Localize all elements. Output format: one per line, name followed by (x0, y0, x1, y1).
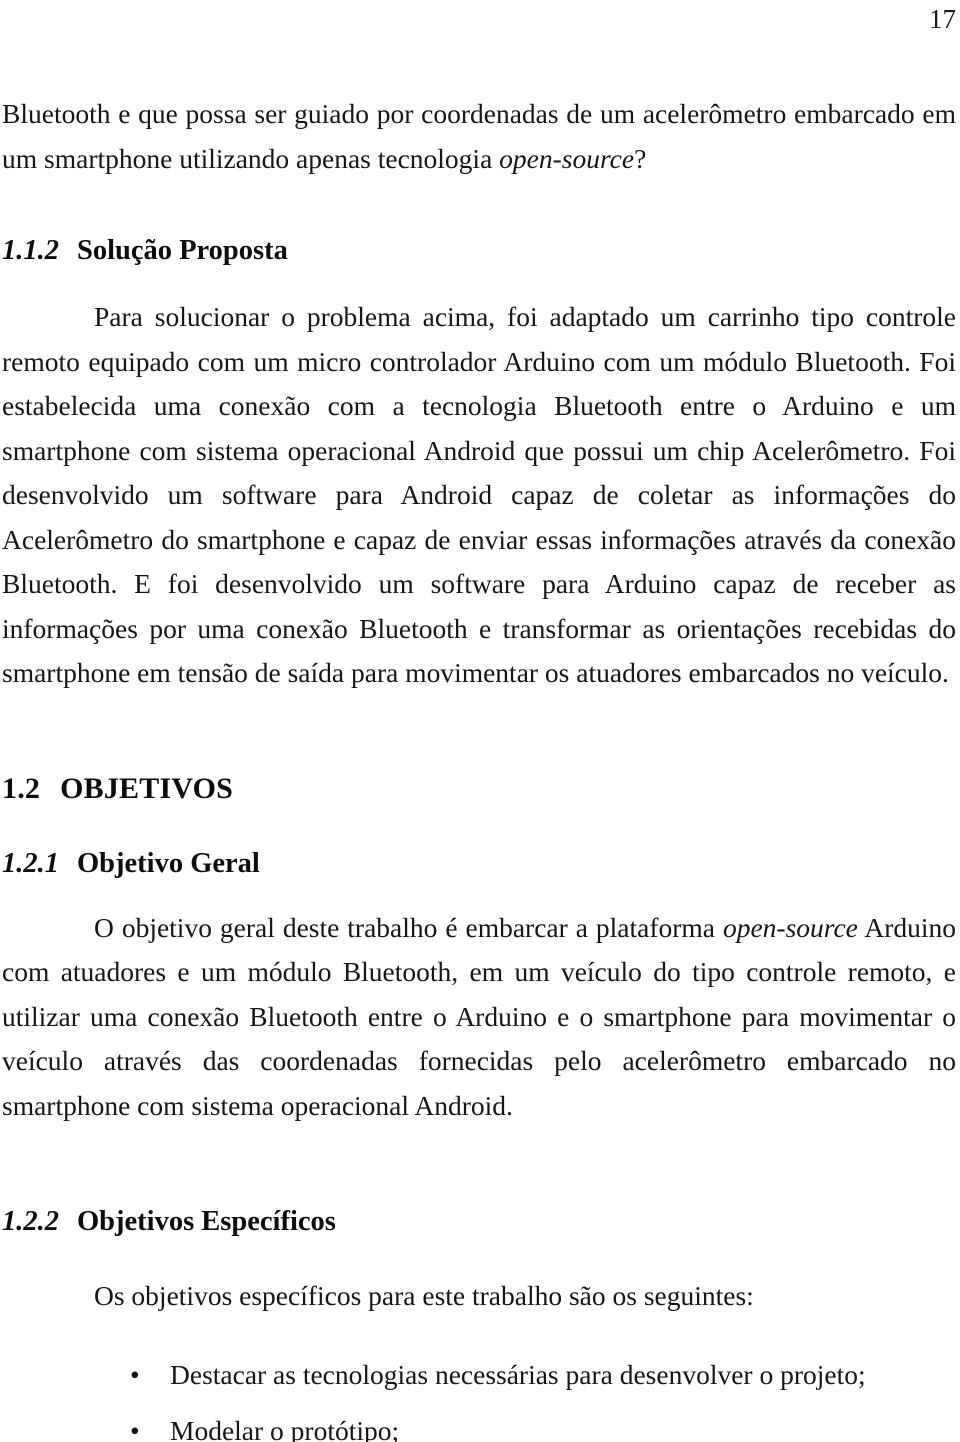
heading-number: 1.1.2 (2, 235, 59, 266)
page-content: Bluetooth e que possa ser guiado por coo… (2, 0, 956, 1442)
heading-objetivos-especificos: 1.2.2 Objetivos Específicos (2, 1204, 956, 1240)
objetivos-especificos-list: • Destacar as tecnologias necessárias pa… (2, 1355, 956, 1442)
paragraph-solucao-proposta: Para solucionar o problema acima, foi ad… (2, 301, 956, 688)
objetivo-geral-italic: open-source (722, 911, 858, 943)
spacer-before-especificos-heading (2, 1128, 956, 1204)
objetivo-geral-part-a: O objetivo geral deste trabalho é embarc… (94, 911, 723, 943)
spacer-before-objetivos-heading (2, 696, 956, 770)
list-item-label: Modelar o protótipo; (170, 1414, 400, 1442)
heading-objetivo-geral: 1.2.1 Objetivo Geral (2, 846, 956, 882)
heading-solucao-proposta: 1.1.2 Solução Proposta (2, 233, 956, 269)
heading-objetivos: 1.2 OBJETIVOS (2, 770, 956, 808)
spacer-after-objetivos-heading (2, 808, 956, 846)
heading-number: 1.2.1 (2, 847, 59, 879)
list-item-label: Destacar as tecnologias necessárias para… (170, 1358, 866, 1390)
intro-text-part-b: ? (634, 142, 647, 174)
list-item: • Modelar o protótipo; (2, 1411, 956, 1442)
spacer-before-bullet-list (2, 1319, 956, 1355)
intro-text-part-a: Bluetooth e que possa ser guiado por coo… (2, 98, 956, 174)
list-item: • Destacar as tecnologias necessárias pa… (2, 1355, 956, 1395)
intro-text-italic: open-source (499, 142, 635, 174)
document-page: 17 Bluetooth e que possa ser guiado por … (0, 0, 960, 1442)
heading-title: OBJETIVOS (60, 771, 234, 805)
spacer-before-solucao-heading (2, 181, 956, 233)
top-spacer (2, 0, 956, 92)
heading-title: Objetivo Geral (77, 847, 260, 879)
spacer-after-objetivo-geral-heading (2, 882, 956, 906)
heading-number: 1.2.2 (2, 1206, 59, 1237)
heading-title: Solução Proposta (77, 235, 288, 266)
spacer-after-solucao-heading (2, 269, 956, 295)
spacer-after-especificos-heading (2, 1240, 956, 1274)
bullet-icon: • (130, 1358, 140, 1390)
heading-number: 1.2 (2, 771, 41, 805)
paragraph-objetivo-geral: O objetivo geral deste trabalho é embarc… (2, 906, 956, 1129)
bullet-icon: • (130, 1414, 140, 1442)
paragraph-intro-continuation: Bluetooth e que possa ser guiado por coo… (2, 92, 956, 181)
list-gap (2, 1395, 956, 1411)
heading-title: Objetivos Específicos (77, 1206, 336, 1237)
paragraph-objetivos-especificos-lead: Os objetivos específicos para este traba… (94, 1280, 754, 1311)
